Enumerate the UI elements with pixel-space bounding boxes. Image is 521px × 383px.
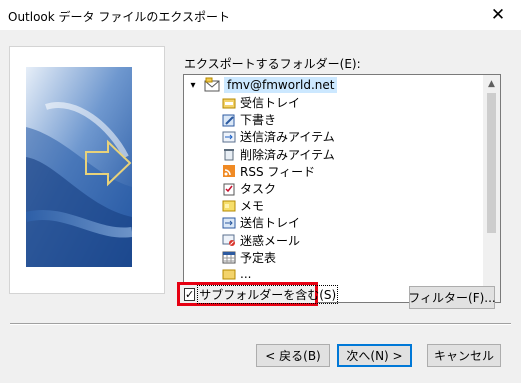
tree-item-label: 予定表 (240, 250, 277, 265)
include-subfolders-option[interactable]: ✓ サブフォルダーを含む(S) (177, 282, 339, 306)
tree-item-label: 削除済みアイテム (240, 147, 335, 162)
tree-item-tasks[interactable]: タスク (222, 180, 335, 197)
tree-item-label: タスク (240, 182, 277, 197)
wizard-image-panel (9, 46, 165, 294)
tree-item-label: 受信トレイ (240, 96, 301, 111)
dialog-body: エクスポートするフォルダー(E): ▾ fmv@fmworld.net 受信トレ… (0, 30, 521, 383)
close-button[interactable]: ✕ (475, 0, 521, 30)
cancel-button[interactable]: キャンセル (427, 344, 501, 367)
tree-root-label: fmv@fmworld.net (224, 77, 338, 93)
tree-scrollbar[interactable]: ▲ ▼ (483, 75, 500, 302)
outbox-icon (222, 217, 236, 229)
tree-item-deleted-items[interactable]: 削除済みアイテム (222, 146, 335, 163)
deleted-items-icon (224, 149, 234, 161)
tree-item-label: メモ (240, 199, 265, 214)
folder-icon (222, 269, 236, 280)
window-title: Outlook データ ファイルのエクスポート (8, 10, 230, 24)
back-button[interactable]: < 戻る(B) (256, 344, 330, 367)
tree-item-rss[interactable]: RSS フィード (222, 163, 335, 180)
mailbox-icon (204, 77, 220, 92)
tree-item-inbox[interactable]: 受信トレイ (222, 94, 335, 111)
tree-item-label: 送信トレイ (240, 216, 301, 231)
tree-item-outbox[interactable]: 送信トレイ (222, 214, 335, 231)
tree-root-item[interactable]: ▾ fmv@fmworld.net (184, 76, 338, 94)
close-icon: ✕ (490, 5, 506, 25)
export-folder-label: エクスポートするフォルダー(E): (184, 57, 361, 71)
folder-tree-content: ▾ fmv@fmworld.net 受信トレイ 下書き 送信済みアイテム 削除済… (184, 75, 484, 302)
include-subfolders-label: サブフォルダーを含む(S) (197, 284, 339, 304)
notes-icon (222, 200, 236, 212)
scroll-thumb[interactable] (487, 93, 496, 233)
tree-item-drafts[interactable]: 下書き (222, 111, 335, 128)
tree-item-label: 迷惑メール (240, 233, 301, 248)
tree-item-label: ... (240, 267, 252, 282)
junk-mail-icon (222, 234, 235, 247)
tree-item-calendar[interactable]: 予定表 (222, 249, 335, 266)
tree-item-sent-items[interactable]: 送信済みアイテム (222, 128, 335, 145)
tree-item-junk-mail[interactable]: 迷惑メール (222, 232, 335, 249)
drafts-icon (222, 114, 235, 127)
filter-button[interactable]: フィルター(F)... (408, 286, 496, 309)
rss-icon (223, 165, 235, 178)
tree-item-label: 下書き (240, 113, 277, 128)
tree-item-notes[interactable]: メモ (222, 197, 335, 214)
tree-item-partial[interactable]: ... (222, 266, 335, 283)
tree-item-label: RSS フィード (240, 164, 316, 179)
tasks-icon (223, 183, 235, 196)
wizard-art-icon (26, 67, 132, 267)
include-subfolders-checkbox[interactable]: ✓ (184, 287, 196, 301)
tree-item-list: 受信トレイ 下書き 送信済みアイテム 削除済みアイテム RSS フィード タスク… (222, 94, 335, 283)
folder-tree[interactable]: ▾ fmv@fmworld.net 受信トレイ 下書き 送信済みアイテム 削除済… (183, 74, 501, 303)
title-bar: Outlook データ ファイルのエクスポート ✕ (0, 0, 521, 30)
sent-items-icon (222, 131, 236, 143)
calendar-icon (222, 251, 236, 264)
chevron-down-icon[interactable]: ▾ (184, 76, 202, 94)
tree-item-label: 送信済みアイテム (240, 130, 335, 145)
inbox-icon (222, 98, 236, 109)
scroll-up-arrow-icon[interactable]: ▲ (483, 75, 500, 92)
separator (10, 323, 511, 325)
next-button[interactable]: 次へ(N) > (337, 344, 412, 367)
